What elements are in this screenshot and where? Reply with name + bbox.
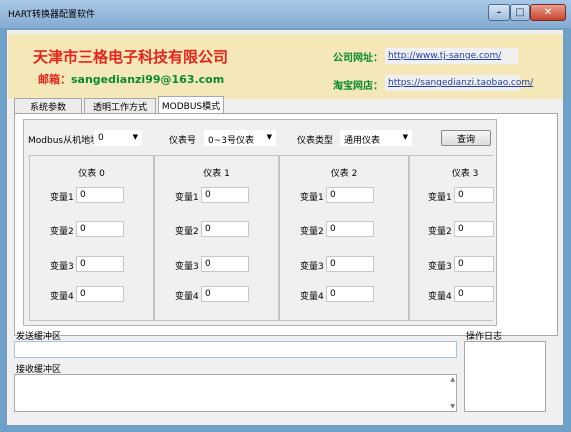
var-value-field[interactable]: 0: [201, 256, 249, 272]
var-label: 变量2: [175, 227, 199, 237]
scroll-up-icon[interactable]: ▲: [450, 376, 455, 383]
var-label: 变量1: [428, 193, 452, 203]
modbus-tab-page: Modbus从机地址 0 ▼ 仪表号 0~3号仪表 ▼ 仪表类型 通用仪表 ▼ …: [14, 113, 558, 336]
var-label: 变量2: [428, 227, 452, 237]
var-value-field[interactable]: 0: [76, 286, 124, 302]
meter-title: 仪表 2: [330, 169, 358, 179]
meter-title: 仪表 3: [451, 169, 479, 179]
var-label: 变量1: [175, 193, 199, 203]
var-label: 变量4: [428, 292, 452, 302]
var-label: 变量3: [175, 262, 199, 272]
var-value-field[interactable]: 0: [76, 187, 124, 203]
modbus-config-group: Modbus从机地址 0 ▼ 仪表号 0~3号仪表 ▼ 仪表类型 通用仪表 ▼ …: [23, 119, 497, 326]
window-title: HART转换器配置软件: [8, 10, 96, 20]
meter-title: 仪表 1: [203, 169, 230, 179]
tab-system-params[interactable]: 系统参数: [14, 98, 82, 113]
send-buffer-field[interactable]: [14, 341, 457, 358]
meter-panel-3: 仪表 3 变量1 0 变量2 0 变量3 0 变量4 0: [409, 155, 494, 321]
meter-type-value: 通用仪表: [344, 136, 381, 146]
email-label: 邮箱：: [38, 73, 71, 86]
meter-type-label: 仪表类型: [297, 136, 334, 146]
email-address: sangedianzi99@163.com: [71, 73, 225, 86]
var-label: 变量3: [428, 262, 452, 272]
var-label: 变量3: [50, 262, 74, 272]
var-label: 变量3: [300, 262, 324, 272]
minimize-button[interactable]: –: [488, 4, 510, 21]
meter-number-select[interactable]: 0~3号仪表 ▼: [204, 130, 276, 146]
var-value-field[interactable]: 0: [326, 256, 374, 272]
var-label: 变量1: [300, 193, 324, 203]
var-value-field[interactable]: 0: [201, 286, 249, 302]
close-button[interactable]: ✕: [530, 4, 566, 21]
var-label: 变量4: [50, 292, 74, 302]
var-value-field[interactable]: 0: [454, 286, 494, 302]
dropdown-arrow-icon: ▼: [402, 133, 408, 141]
scroll-down-icon[interactable]: ▼: [450, 403, 455, 410]
title-bar[interactable]: HART转换器配置软件 – □ ✕: [0, 0, 571, 28]
var-value-field[interactable]: 0: [326, 221, 374, 237]
shop-label: 淘宝网店：: [333, 81, 383, 92]
client-area: 天津市三格电子科技有限公司 邮箱：sangedianzi99@163.com 公…: [6, 29, 564, 426]
var-label: 变量4: [175, 292, 199, 302]
var-value-field[interactable]: 0: [326, 187, 374, 203]
meter-type-select[interactable]: 通用仪表 ▼: [340, 130, 412, 146]
site-link[interactable]: http://www.tj-sange.com/: [385, 48, 518, 64]
company-banner: 天津市三格电子科技有限公司 邮箱：sangedianzi99@163.com 公…: [8, 34, 563, 99]
tab-transparent-mode[interactable]: 透明工作方式: [84, 98, 156, 113]
var-value-field[interactable]: 0: [201, 221, 249, 237]
var-value-field[interactable]: 0: [76, 221, 124, 237]
receive-buffer-field[interactable]: ▲ ▼: [14, 374, 457, 412]
meter-panel-2: 仪表 2 变量1 0 变量2 0 变量3 0 变量4 0: [279, 155, 409, 321]
var-label: 变量2: [50, 227, 74, 237]
slave-address-select[interactable]: 0 ▼: [94, 130, 142, 146]
var-label: 变量4: [300, 292, 324, 302]
var-value-field[interactable]: 0: [201, 187, 249, 203]
var-value-field[interactable]: 0: [76, 256, 124, 272]
meter-panel-0: 仪表 0 变量1 0 变量2 0 变量3 0 变量4 0: [29, 155, 154, 321]
slave-address-value: 0: [98, 133, 104, 143]
tab-modbus-mode[interactable]: MODBUS模式: [158, 96, 224, 114]
slave-address-label: Modbus从机地址: [28, 136, 100, 146]
meter-panel-1: 仪表 1 变量1 0 变量2 0 变量3 0 变量4 0: [154, 155, 279, 321]
var-value-field[interactable]: 0: [326, 286, 374, 302]
var-label: 变量2: [300, 227, 324, 237]
site-label: 公司网址：: [333, 53, 383, 64]
var-value-field[interactable]: 0: [454, 221, 494, 237]
query-button[interactable]: 查询: [441, 130, 491, 146]
var-value-field[interactable]: 0: [454, 187, 494, 203]
var-value-field[interactable]: 0: [454, 256, 494, 272]
operation-log-field[interactable]: [464, 341, 546, 412]
company-name: 天津市三格电子科技有限公司: [33, 48, 229, 66]
app-window: HART转换器配置软件 – □ ✕ 天津市三格电子科技有限公司 邮箱：sange…: [0, 0, 571, 432]
meter-title: 仪表 0: [78, 169, 105, 179]
meter-number-label: 仪表号: [169, 136, 197, 146]
var-label: 变量1: [50, 193, 74, 203]
maximize-button[interactable]: □: [510, 4, 530, 21]
dropdown-arrow-icon: ▼: [266, 133, 272, 141]
dropdown-arrow-icon: ▼: [132, 133, 138, 141]
email-row: 邮箱：sangedianzi99@163.com: [38, 71, 224, 87]
shop-link[interactable]: https://sangedianzi.taobao.com/: [385, 75, 533, 91]
meter-number-value: 0~3号仪表: [208, 136, 254, 146]
